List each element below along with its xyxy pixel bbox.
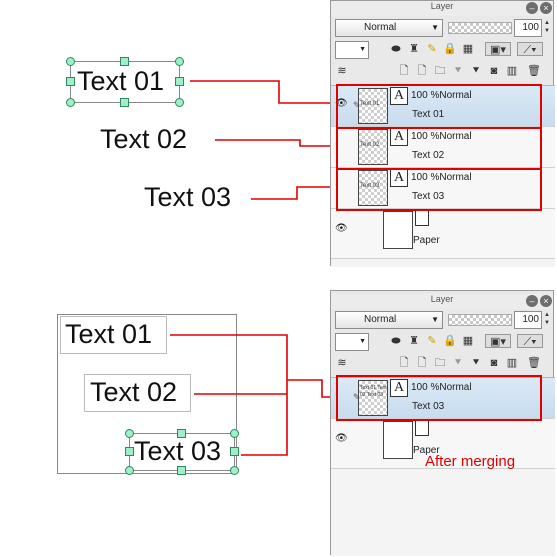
delete-layer-icon[interactable]: 🗑 (527, 356, 541, 370)
highlight-frame (336, 375, 542, 421)
minimize-icon[interactable]: – (526, 295, 538, 307)
new-folder-icon[interactable]: 🗀 (433, 356, 447, 370)
layer-row[interactable]: 👁 Paper (331, 209, 555, 259)
new-raster-layer-icon[interactable]: 🗋 (397, 356, 411, 370)
blend-mode-value: Normal (364, 314, 397, 325)
layer-thumbnail (383, 421, 413, 459)
chevron-down-icon: ▼ (431, 23, 439, 32)
opacity-spinner[interactable]: ▲ ▼ (543, 19, 551, 37)
merge-bracket (170, 334, 288, 456)
layer-name: Paper (413, 235, 440, 246)
lock-alpha-icon[interactable]: ▦ (461, 42, 475, 56)
color-select[interactable]: ▼ (335, 333, 369, 351)
new-vector-layer-icon[interactable]: 🗋 (415, 356, 429, 370)
lock-icon[interactable]: 🔒 (443, 334, 457, 348)
clipping-icon[interactable]: ⬬ (389, 334, 403, 348)
new-raster-layer-icon[interactable]: 🗋 (397, 64, 411, 78)
after-merging-caption: After merging (425, 453, 516, 470)
lock-icon[interactable]: 🔒 (443, 42, 457, 56)
layer-toolbar-2: ≋ 🗋 🗋 🗀 ⯆ ⯆ ◙ ▥ 🗑 (331, 354, 555, 374)
opacity-slider[interactable] (448, 314, 512, 326)
delete-layer-icon[interactable]: 🗑 (527, 64, 541, 78)
draft-icon[interactable]: ✎ (425, 42, 439, 56)
lock-alpha-icon[interactable]: ▦ (461, 334, 475, 348)
merge-down-icon[interactable]: ⯆ (469, 356, 483, 370)
color-select[interactable]: ▼ (335, 41, 369, 59)
top-example: Text 01 Text 02 Text 03 Layer – × Normal… (0, 0, 557, 275)
new-vector-layer-icon[interactable]: 🗋 (415, 64, 429, 78)
eye-icon[interactable]: 👁 (335, 224, 349, 234)
merge-down-icon[interactable]: ⯆ (469, 64, 483, 78)
close-icon[interactable]: × (540, 2, 552, 14)
reference-icon[interactable]: ♜ (407, 42, 421, 56)
mask-icon[interactable]: ▣▾ (485, 334, 511, 348)
mask-icon[interactable]: ▣▾ (485, 42, 511, 56)
apply-mask-icon[interactable]: ▥ (505, 64, 519, 78)
ruler-icon[interactable]: ⟋▾ (517, 42, 543, 56)
bottom-example: Text 01 Text 02 Text 03 Layer – × Normal… (0, 290, 557, 557)
apply-mask-icon[interactable]: ▥ (505, 356, 519, 370)
create-mask-icon[interactable]: ◙ (487, 64, 501, 78)
opacity-spinner[interactable]: ▲ ▼ (543, 311, 551, 329)
highlight-frame (336, 127, 542, 170)
opacity-field[interactable]: 100 (514, 311, 542, 329)
blend-mode-select[interactable]: Normal ▼ (335, 311, 443, 329)
draft-icon[interactable]: ✎ (425, 334, 439, 348)
paper-layer-icon (415, 210, 429, 226)
close-icon[interactable]: × (540, 295, 552, 307)
highlight-frame (336, 84, 542, 129)
layer-property-icon[interactable]: ≋ (335, 356, 349, 370)
paper-layer-icon (415, 420, 429, 436)
transfer-down-icon[interactable]: ⯆ (451, 356, 465, 370)
ruler-icon[interactable]: ⟋▾ (517, 334, 543, 348)
highlight-frame (336, 168, 542, 211)
layer-property-icon[interactable]: ≋ (335, 64, 349, 78)
new-folder-icon[interactable]: 🗀 (433, 64, 447, 78)
eye-icon[interactable]: 👁 (335, 434, 349, 444)
create-mask-icon[interactable]: ◙ (487, 356, 501, 370)
opacity-field[interactable]: 100 (514, 19, 542, 37)
layer-panel: Layer – × Normal ▼ 100 ▲ ▼ ▼ ⬬ ♜ ✎ 🔒 ▦ ▣▾… (330, 290, 555, 556)
blend-mode-select[interactable]: Normal ▼ (335, 19, 443, 37)
layer-toolbar-1: ▼ ⬬ ♜ ✎ 🔒 ▦ ▣▾ ⟋▾ (331, 40, 555, 60)
transfer-down-icon[interactable]: ⯆ (451, 64, 465, 78)
layer-thumbnail (383, 211, 413, 249)
clipping-icon[interactable]: ⬬ (389, 42, 403, 56)
chevron-down-icon: ▼ (431, 315, 439, 324)
panel-title: Layer (331, 1, 553, 16)
blend-mode-value: Normal (364, 22, 397, 33)
panel-title: Layer (331, 294, 553, 309)
opacity-slider[interactable] (448, 22, 512, 34)
reference-icon[interactable]: ♜ (407, 334, 421, 348)
minimize-icon[interactable]: – (526, 2, 538, 14)
layer-toolbar-1: ▼ ⬬ ♜ ✎ 🔒 ▦ ▣▾ ⟋▾ (331, 332, 555, 352)
layer-toolbar-2: ≋ 🗋 🗋 🗀 ⯆ ⯆ ◙ ▥ 🗑 (331, 62, 555, 82)
